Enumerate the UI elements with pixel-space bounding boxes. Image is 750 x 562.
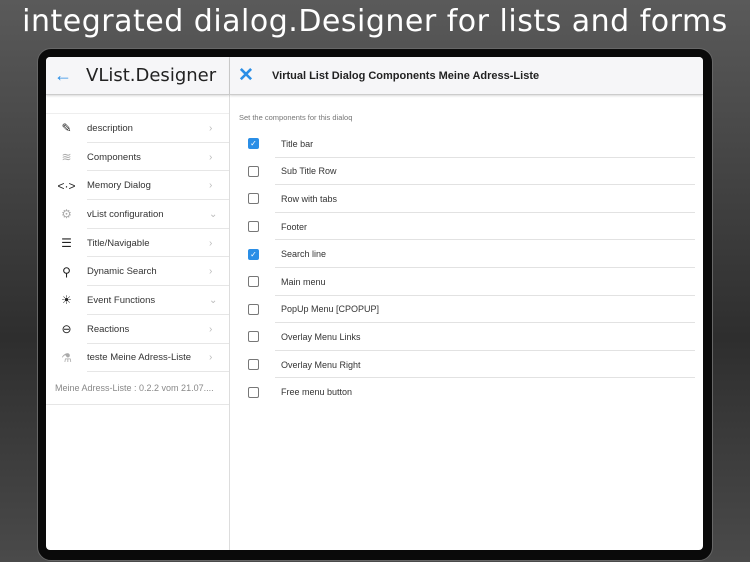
sidebar-item-label: Components: [87, 151, 141, 163]
page-title: Virtual List Dialog Components Meine Adr…: [272, 69, 540, 82]
promo-headline: integrated dialog.Designer for lists and…: [22, 4, 728, 39]
option-row: Overlay Menu Links: [230, 323, 703, 351]
sidebar-header: ← VList.Designer: [46, 57, 229, 95]
chevron-icon: ⌄: [209, 208, 218, 220]
pencil-icon: ✎: [61, 121, 72, 136]
option-row: Overlay Menu Right: [230, 351, 703, 379]
app-title: VList.Designer: [86, 65, 217, 86]
sidebar-item-label: teste Meine Adress-Liste: [87, 352, 192, 364]
main-panel: ✕ Virtual List Dialog Components Meine A…: [230, 57, 703, 550]
instructions: Set the components for this dialoq: [239, 113, 353, 122]
option-label: Sub Title Row: [281, 166, 337, 177]
chevron-icon: ›: [209, 266, 213, 278]
option-row: Sub Title Row: [230, 158, 703, 186]
sidebar-item[interactable]: ⚙ vList configuration ⌄: [46, 200, 229, 229]
back-arrow-icon[interactable]: ←: [46, 65, 86, 86]
checkbox[interactable]: [248, 331, 259, 343]
checkbox[interactable]: [248, 303, 259, 315]
checkbox[interactable]: [248, 386, 259, 398]
sidebar-item-label: Title/Navigable: [87, 237, 150, 249]
checkbox[interactable]: [248, 193, 259, 205]
option-row: Free menu button: [230, 378, 703, 406]
app-screen: ← VList.Designer ✎ description › ≋ Compo…: [46, 57, 703, 550]
version-footer: Meine Adress-Liste : 0.2.2 vom 21.07....: [46, 372, 229, 406]
chevron-icon: ⌄: [209, 294, 218, 306]
option-label: Overlay Menu Links: [281, 331, 361, 342]
option-label: Row with tabs: [281, 193, 338, 204]
chevron-icon: ›: [209, 323, 213, 335]
login-icon: ⊖: [61, 322, 72, 337]
checkbox[interactable]: [248, 165, 259, 177]
sidebar-item-label: Reactions: [87, 323, 130, 335]
checkbox[interactable]: ✓: [248, 248, 259, 260]
test-icon: ⚗: [61, 350, 72, 365]
sidebar-item-label: Memory Dialog: [87, 180, 151, 192]
chevron-icon: ›: [209, 237, 213, 249]
sidebar-list: ✎ description › ≋ Components › <·> Memor…: [46, 113, 229, 372]
sidebar-item-label: description: [87, 122, 133, 134]
sidebar-item[interactable]: ⚲ Dynamic Search ›: [46, 257, 229, 286]
option-row: ✓ Title bar: [230, 130, 703, 158]
sidebar-item[interactable]: ≋ Components ›: [46, 143, 229, 172]
component-options: ✓ Title bar Sub Title Row Row with tabs …: [230, 130, 703, 406]
option-label: Title bar: [281, 138, 314, 149]
option-label: Main menu: [281, 276, 326, 287]
chevron-icon: ›: [209, 151, 213, 163]
lightbulb-icon: ☀: [61, 293, 72, 308]
sidebar-item-label: Event Functions: [87, 294, 156, 306]
gear-icon: ⚙: [61, 207, 72, 222]
checkbox[interactable]: ✓: [248, 138, 259, 150]
chevron-icon: ›: [209, 352, 213, 364]
option-label: Search line: [281, 249, 327, 260]
option-row: ✓ Search line: [230, 240, 703, 268]
option-row: Row with tabs: [230, 185, 703, 213]
layers-icon: ≋: [61, 150, 72, 165]
checkbox[interactable]: [248, 221, 259, 233]
option-label: Overlay Menu Right: [281, 359, 361, 370]
sidebar-item[interactable]: <·> Memory Dialog ›: [46, 171, 229, 200]
menu-icon: ☰: [61, 236, 72, 251]
sidebar-item-label: vList configuration: [87, 208, 164, 220]
chevron-icon: ›: [209, 180, 213, 192]
option-label: PopUp Menu [CPOPUP]: [281, 304, 380, 315]
chevron-icon: ›: [209, 122, 213, 134]
option-label: Footer: [281, 221, 308, 232]
sidebar-item[interactable]: ✎ description ›: [46, 114, 229, 143]
option-row: Main menu: [230, 268, 703, 296]
checkbox[interactable]: [248, 276, 259, 288]
checkbox[interactable]: [248, 359, 259, 371]
sidebar-item[interactable]: ☀ Event Functions ⌄: [46, 286, 229, 315]
option-label: Free menu button: [281, 387, 353, 398]
sidebar-item-label: Dynamic Search: [87, 266, 157, 278]
option-row: PopUp Menu [CPOPUP]: [230, 296, 703, 324]
code-icon: <·>: [57, 178, 76, 193]
sidebar-item[interactable]: ⚗ teste Meine Adress-Liste ›: [46, 344, 229, 373]
sidebar-item[interactable]: ☰ Title/Navigable ›: [46, 229, 229, 258]
close-icon[interactable]: ✕: [230, 64, 272, 87]
option-row: Footer: [230, 213, 703, 241]
search-icon: ⚲: [62, 264, 71, 279]
sidebar: ← VList.Designer ✎ description › ≋ Compo…: [46, 57, 230, 550]
sidebar-item[interactable]: ⊖ Reactions ›: [46, 315, 229, 344]
main-header: ✕ Virtual List Dialog Components Meine A…: [230, 57, 703, 95]
